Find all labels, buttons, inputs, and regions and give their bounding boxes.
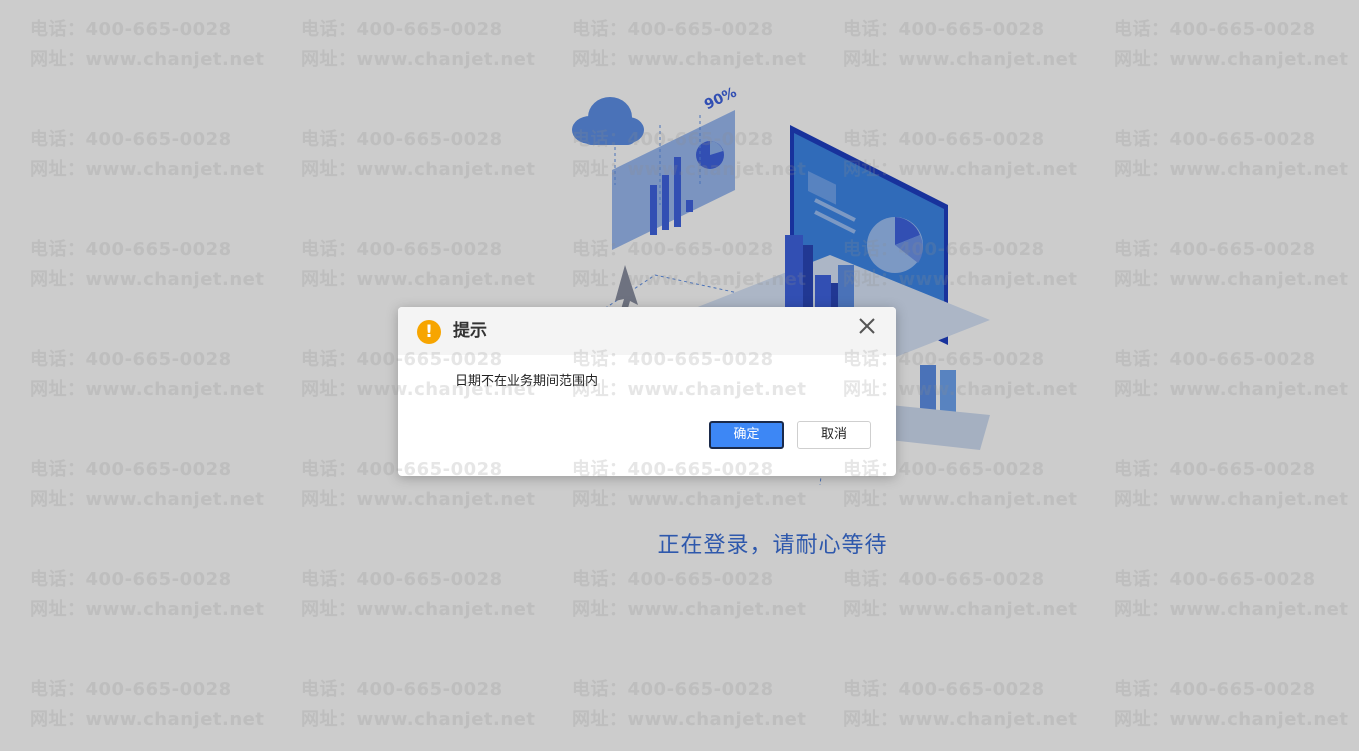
confirm-button[interactable]: 确定 [709,421,784,449]
dialog-message: 日期不在业务期间范围内 [455,374,599,389]
alert-dialog: ! 提示 日期不在业务期间范围内 确定 取消 [398,307,896,476]
warning-icon: ! [417,320,441,344]
cancel-button[interactable]: 取消 [797,421,871,449]
close-icon[interactable] [856,315,878,337]
dialog-title: 提示 [453,321,487,341]
dialog-header: ! 提示 [398,307,896,355]
